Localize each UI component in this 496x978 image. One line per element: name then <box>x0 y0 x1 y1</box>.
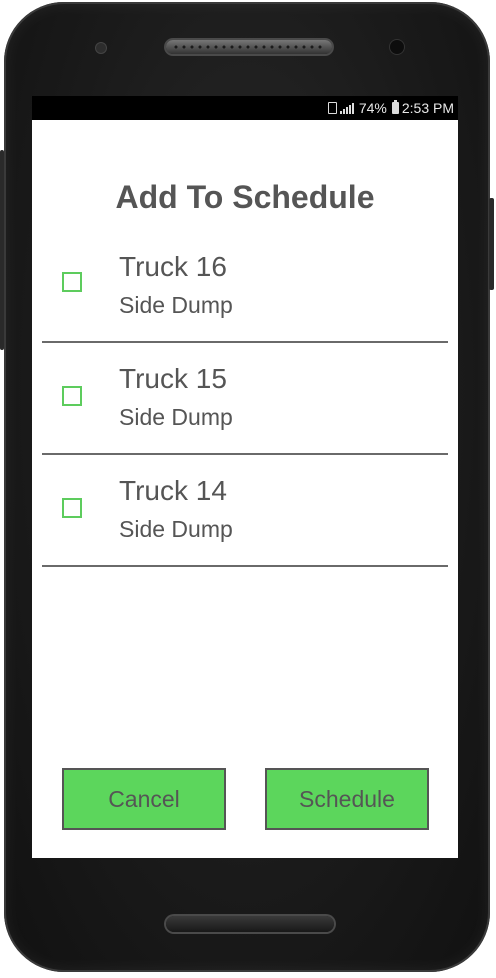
bottom-speaker <box>166 916 334 932</box>
power-button <box>489 198 494 290</box>
item-name: Truck 15 <box>119 363 227 394</box>
cancel-button[interactable]: Cancel <box>62 768 226 830</box>
list-item[interactable]: Truck 16 Side Dump <box>42 229 448 343</box>
status-time: 2:53 PM <box>401 100 454 116</box>
item-name: Truck 16 <box>119 251 227 282</box>
item-checkbox[interactable] <box>62 272 82 292</box>
item-checkbox[interactable] <box>62 386 82 406</box>
sim-icon <box>327 102 337 114</box>
item-type: Side Dump <box>119 404 233 430</box>
volume-button <box>0 150 4 350</box>
item-checkbox[interactable] <box>62 498 82 518</box>
item-type: Side Dump <box>119 292 233 318</box>
dialog-title: Add To Schedule <box>115 179 375 215</box>
list-item[interactable]: Truck 15 Side Dump <box>42 341 448 455</box>
list-item[interactable]: Truck 14 Side Dump <box>42 453 448 567</box>
status-bar: 74% 2:53 PM <box>32 96 458 120</box>
battery-percent: 74% <box>358 100 387 116</box>
item-name: Truck 14 <box>119 475 227 506</box>
signal-icon <box>339 102 356 114</box>
app-screen: 74% 2:53 PM Add To Schedule Truck 16 Sid… <box>32 96 458 858</box>
schedule-button[interactable]: Schedule <box>265 768 429 830</box>
item-type: Side Dump <box>119 516 233 542</box>
proximity-sensor-icon <box>96 43 106 53</box>
front-camera-icon <box>390 40 404 54</box>
earpiece-speaker <box>166 40 332 54</box>
battery-icon <box>391 100 399 114</box>
